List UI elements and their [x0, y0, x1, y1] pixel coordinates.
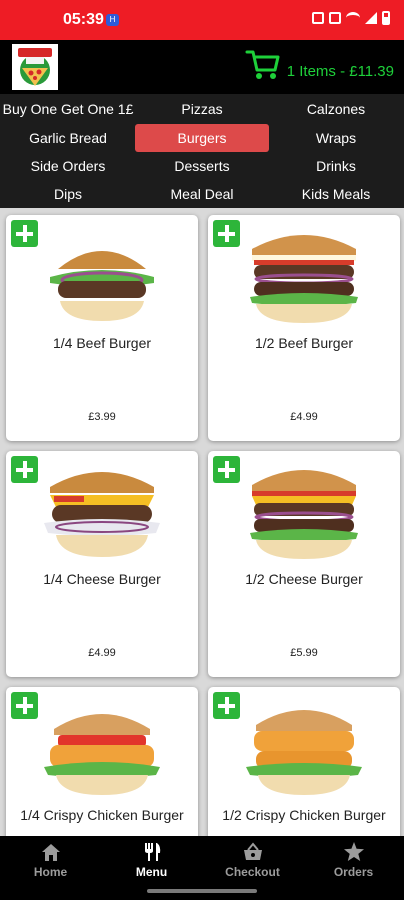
- status-badge: H: [106, 14, 119, 26]
- shopping-cart-icon: [245, 50, 280, 79]
- item-name: 1/4 Beef Burger: [52, 335, 152, 351]
- chicken-burger-image: [44, 714, 160, 795]
- nav-tab-home[interactable]: Home: [0, 836, 101, 884]
- category-calzones[interactable]: Calzones: [269, 95, 403, 123]
- cutlery-icon: [144, 843, 160, 861]
- nav-label-checkout: Checkout: [225, 865, 280, 879]
- gesture-bar[interactable]: [147, 889, 257, 893]
- menu-grid[interactable]: 1/4 Beef Burger £3.99 1/2 Beef Burger £4…: [0, 208, 404, 836]
- item-price: £4.99: [290, 411, 318, 423]
- item-price: £5.99: [290, 647, 318, 659]
- cheese-burger-image: [44, 472, 160, 557]
- category-garlic-bread[interactable]: Garlic Bread: [1, 124, 135, 152]
- battery-icon: [382, 11, 390, 25]
- status-icons: [312, 11, 390, 25]
- beef-burger-image: [50, 251, 154, 321]
- nav-tab-menu[interactable]: Menu: [101, 836, 202, 884]
- category-meal-deal[interactable]: Meal Deal: [135, 180, 269, 208]
- item-name: 1/2 Beef Burger: [254, 335, 354, 351]
- add-to-cart-button[interactable]: [213, 456, 240, 483]
- nfc-icon: [312, 12, 324, 24]
- beef-burger-double-image: [250, 235, 358, 323]
- mute-icon: [329, 12, 341, 24]
- item-name: 1/2 Cheese Burger: [245, 571, 363, 587]
- cart-summary: 1 Items - £11.39: [286, 62, 394, 80]
- category-buy-one-get-one[interactable]: Buy One Get One 1£: [1, 95, 135, 123]
- category-burgers[interactable]: Burgers: [135, 124, 269, 152]
- wifi-icon: [346, 12, 360, 24]
- home-icon: [41, 844, 60, 861]
- category-desserts[interactable]: Desserts: [135, 152, 269, 180]
- app-header: 1 Items - £11.39: [0, 40, 404, 94]
- pizza-logo[interactable]: [12, 44, 58, 90]
- cart-button[interactable]: 1 Items - £11.39: [245, 46, 394, 82]
- menu-item-card[interactable]: 1/4 Cheese Burger £4.99: [6, 451, 198, 677]
- chicken-burger-double-image: [246, 710, 362, 795]
- nav-label-orders: Orders: [333, 865, 374, 879]
- category-wraps[interactable]: Wraps: [269, 124, 403, 152]
- category-drinks[interactable]: Drinks: [269, 152, 403, 180]
- item-price: £3.99: [88, 411, 116, 423]
- item-name: 1/4 Cheese Burger: [43, 571, 161, 587]
- category-dips[interactable]: Dips: [1, 180, 135, 208]
- menu-item-card[interactable]: 1/2 Cheese Burger £5.99: [208, 451, 400, 677]
- star-icon: [343, 842, 364, 861]
- nav-tab-checkout[interactable]: Checkout: [202, 836, 303, 884]
- category-side-orders[interactable]: Side Orders: [1, 152, 135, 180]
- item-price: £4.99: [88, 647, 116, 659]
- menu-item-card[interactable]: 1/4 Crispy Chicken Burger: [6, 687, 198, 836]
- status-bar: 05:39 H: [0, 0, 404, 40]
- add-to-cart-button[interactable]: [11, 456, 38, 483]
- category-pizzas[interactable]: Pizzas: [135, 95, 269, 123]
- add-to-cart-button[interactable]: [213, 220, 240, 247]
- menu-item-card[interactable]: 1/2 Crispy Chicken Burger: [208, 687, 400, 836]
- basket-icon: [243, 842, 262, 860]
- nav-label-menu: Menu: [135, 865, 168, 879]
- category-kids-meals[interactable]: Kids Meals: [269, 180, 403, 208]
- menu-item-card[interactable]: 1/2 Beef Burger £4.99: [208, 215, 400, 441]
- item-name: 1/2 Crispy Chicken Burger: [222, 807, 386, 823]
- add-to-cart-button[interactable]: [11, 220, 38, 247]
- nav-label-home: Home: [33, 865, 68, 879]
- status-time: 05:39: [63, 11, 104, 28]
- category-nav: Buy One Get One 1£ Pizzas Calzones Garli…: [0, 94, 404, 208]
- nav-tab-orders[interactable]: Orders: [303, 836, 404, 884]
- add-to-cart-button[interactable]: [213, 692, 240, 719]
- cheese-burger-double-image: [250, 470, 358, 559]
- item-name: 1/4 Crispy Chicken Burger: [20, 807, 184, 823]
- signal-icon: [365, 12, 377, 24]
- menu-item-card[interactable]: 1/4 Beef Burger £3.99: [6, 215, 198, 441]
- add-to-cart-button[interactable]: [11, 692, 38, 719]
